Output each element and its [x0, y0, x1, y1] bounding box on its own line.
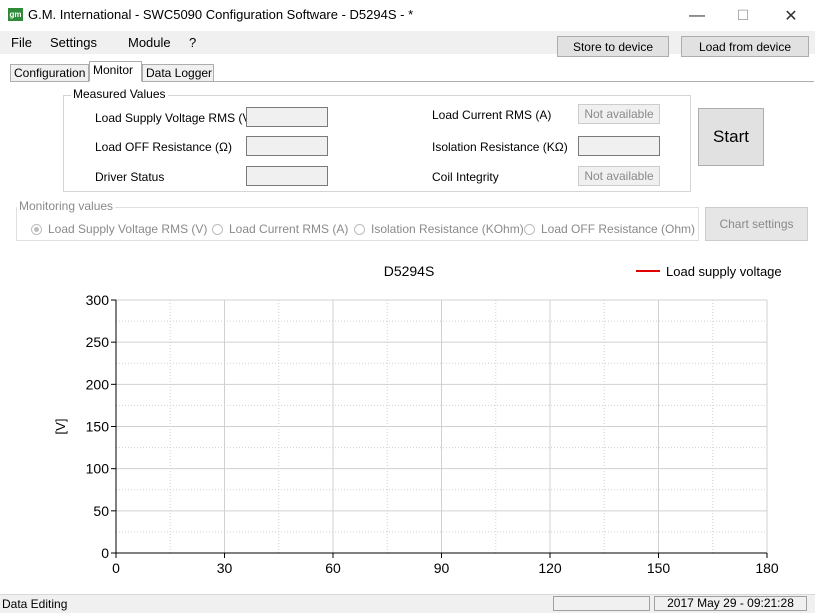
coil-integrity-label: Coil Integrity	[432, 170, 499, 184]
driver-status-field	[246, 166, 328, 186]
start-button[interactable]: Start	[698, 108, 764, 166]
tab-monitor[interactable]: Monitor	[89, 61, 142, 82]
y-tick-label: 250	[86, 334, 110, 350]
radio-load-off-resistance[interactable]: Load OFF Resistance (Ohm)	[524, 222, 695, 236]
monitoring-values-legend: Monitoring values	[17, 199, 116, 213]
radio-label: Load Supply Voltage RMS (V)	[48, 222, 208, 236]
radio-load-supply-voltage[interactable]: Load Supply Voltage RMS (V)	[31, 222, 207, 236]
menu-file[interactable]: File	[11, 35, 32, 50]
y-tick-label: 50	[93, 503, 109, 519]
x-tick-label: 30	[217, 560, 233, 576]
y-tick-label: 200	[86, 376, 110, 392]
load-current-label: Load Current RMS (A)	[432, 108, 552, 122]
isolation-resistance-field	[578, 136, 660, 156]
tab-data-logger[interactable]: Data Logger	[142, 64, 214, 81]
close-button[interactable]: ✕	[768, 0, 814, 31]
radio-isolation-resistance[interactable]: Isolation Resistance (KOhm)	[354, 222, 524, 236]
load-supply-voltage-field	[246, 107, 328, 127]
load-off-resistance-label: Load OFF Resistance (Ω)	[95, 140, 233, 154]
radio-label: Load Current RMS (A)	[229, 222, 349, 236]
radio-label: Load OFF Resistance (Ohm)	[541, 222, 696, 236]
measured-values-legend: Measured Values	[71, 87, 168, 101]
maximize-button[interactable]: ☐	[720, 0, 766, 31]
coil-integrity-field: Not available	[578, 166, 660, 186]
chart-title: D5294S	[384, 263, 435, 279]
window-title: G.M. International - SWC5090 Configurati…	[28, 7, 414, 22]
radio-label: Isolation Resistance (KOhm)	[371, 222, 524, 236]
chart-settings-button[interactable]: Chart settings	[705, 207, 808, 241]
isolation-resistance-label: Isolation Resistance (KΩ)	[432, 140, 568, 154]
status-progress-panel	[553, 596, 650, 611]
load-current-field: Not available	[578, 104, 660, 124]
radio-dot	[524, 223, 535, 235]
x-tick-label: 0	[112, 560, 120, 576]
x-tick-label: 150	[647, 560, 671, 576]
menu-module[interactable]: Module	[128, 35, 171, 50]
radio-dot-selected	[31, 223, 42, 235]
voltage-chart: 0 50 100 150 200 250 300 0 30 60 90 120 150 180 D5294S…	[53, 263, 782, 576]
tab-configuration[interactable]: Configuration	[10, 64, 89, 81]
store-to-device-button[interactable]: Store to device	[557, 36, 669, 57]
x-tick-label: 60	[325, 560, 341, 576]
load-supply-voltage-label: Load Supply Voltage RMS (V)	[95, 111, 255, 125]
load-from-device-button[interactable]: Load from device	[681, 36, 809, 57]
load-off-resistance-field	[246, 136, 328, 156]
driver-status-label: Driver Status	[95, 170, 165, 184]
y-axis-label: [V]	[53, 419, 68, 435]
radio-dot	[212, 223, 223, 235]
radio-load-current[interactable]: Load Current RMS (A)	[212, 222, 348, 236]
status-text: Data Editing	[2, 597, 68, 611]
app-icon: gm	[8, 8, 23, 21]
legend-label: Load supply voltage	[666, 264, 782, 279]
menu-settings[interactable]: Settings	[50, 35, 97, 50]
status-datetime: 2017 May 29 - 09:21:28	[654, 596, 807, 611]
y-tick-label: 100	[86, 461, 110, 477]
x-tick-label: 90	[434, 560, 450, 576]
x-tick-label: 120	[538, 560, 562, 576]
x-tick-label: 180	[755, 560, 779, 576]
menu-help[interactable]: ?	[189, 35, 196, 50]
y-tick-label: 0	[101, 545, 109, 561]
minimize-button[interactable]: —	[674, 0, 720, 31]
y-tick-label: 300	[86, 292, 110, 308]
radio-dot	[354, 223, 365, 235]
y-tick-label: 150	[86, 419, 110, 435]
